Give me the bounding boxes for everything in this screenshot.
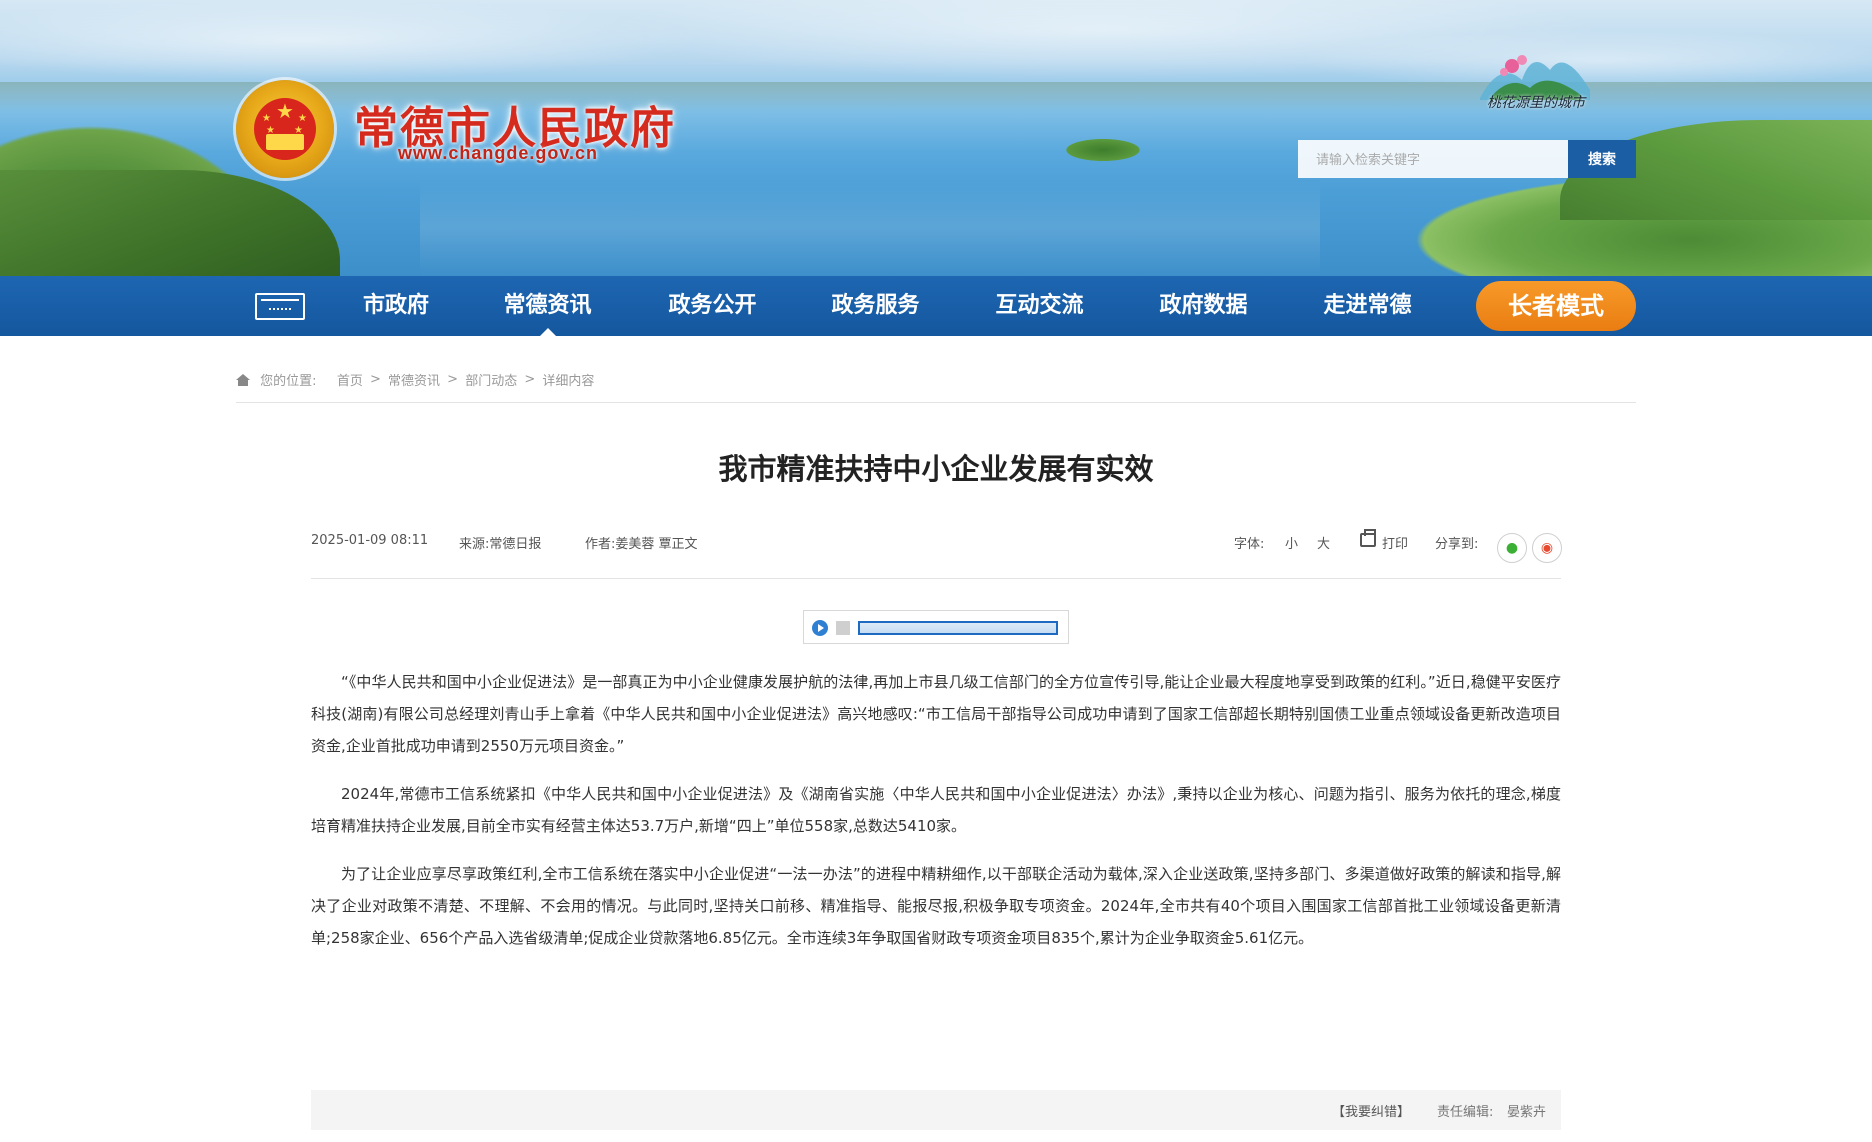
play-icon[interactable]	[812, 620, 828, 636]
editor-name: 晏紫卉	[1507, 1105, 1547, 1120]
meta-divider	[311, 578, 1561, 579]
nav-item-city-government[interactable]: 市政府	[346, 276, 446, 336]
site-url[interactable]: www.changde.gov.cn	[398, 143, 598, 164]
article-source: 来源:常德日报	[459, 537, 542, 552]
breadcrumb-prefix: 您的位置:	[260, 374, 317, 389]
font-large-button[interactable]: 大	[1317, 533, 1330, 552]
banner-water	[420, 180, 1320, 276]
article-title: 我市精准扶持中小企业发展有实效	[718, 452, 1154, 486]
nav-item-government-data[interactable]: 政府数据	[1151, 276, 1256, 336]
article-paragraph: 2024年,常德市工信系统紧扣《中华人民共和国中小企业促进法》及《湖南省实施〈中…	[311, 785, 1561, 835]
article-author: 作者:姜美蓉 覃正文	[585, 537, 698, 552]
nav-item-government-affairs[interactable]: 政务公开	[660, 276, 765, 336]
header-banner: ★ ★ ★ ★ ★ 常德市人民政府 www.changde.gov.cn 桃花源…	[0, 0, 1872, 276]
share-label: 分享到:	[1435, 537, 1479, 552]
editor-label: 责任编辑:	[1437, 1105, 1494, 1120]
breadcrumb-home-icon	[236, 373, 250, 386]
search-input[interactable]	[1298, 140, 1568, 178]
audio-player	[803, 610, 1069, 644]
breadcrumb-separator: >	[369, 372, 381, 387]
national-emblem-icon[interactable]: ★ ★ ★ ★ ★	[236, 80, 334, 178]
breadcrumb-link-home[interactable]: 首页	[337, 370, 363, 389]
banner-island	[1043, 132, 1163, 166]
font-size-label: 字体:	[1234, 537, 1265, 552]
wechat-share-icon[interactable]: ●	[1497, 533, 1527, 563]
stop-icon[interactable]	[836, 621, 850, 635]
breadcrumb-divider	[236, 402, 1636, 403]
city-slogan: 桃花源里的城市	[1487, 95, 1585, 111]
breadcrumb-link-department-news[interactable]: 部门动态	[465, 370, 517, 389]
elder-mode-button[interactable]: 长者模式	[1476, 281, 1636, 331]
report-error-link[interactable]: 【我要纠错】	[1332, 1101, 1410, 1120]
breadcrumb-separator: >	[524, 372, 536, 387]
nav-item-visit-changde[interactable]: 走进常德	[1315, 276, 1420, 336]
nav-item-government-services[interactable]: 政务服务	[823, 276, 928, 336]
article-content: “《中华人民共和国中小企业促进法》是一部真正为中小企业健康发展护航的法律,再加上…	[311, 666, 1561, 970]
article-meta: 2025-01-09 08:11 来源:常德日报 作者:姜美蓉 覃正文 字体: …	[311, 529, 1562, 563]
breadcrumb-link-changde-news[interactable]: 常德资讯	[388, 370, 440, 389]
breadcrumb: 您的位置: 首页 > 常德资讯 > 部门动态 > 详细内容	[236, 370, 1636, 402]
article-paragraph: 为了让企业应享尽享政策红利,全市工信系统在落实中小企业促进“一法一办法”的进程中…	[311, 865, 1561, 947]
print-icon[interactable]	[1360, 529, 1376, 547]
nav-item-changde-news[interactable]: 常德资讯	[495, 276, 600, 336]
article-paragraph: “《中华人民共和国中小企业促进法》是一部真正为中小企业健康发展护航的法律,再加上…	[311, 673, 1561, 755]
breadcrumb-link-detail[interactable]: 详细内容	[542, 370, 594, 389]
home-icon[interactable]	[255, 293, 305, 320]
nav-item-interaction[interactable]: 互动交流	[987, 276, 1092, 336]
font-small-button[interactable]: 小	[1285, 533, 1298, 552]
breadcrumb-separator: >	[447, 372, 459, 387]
article-date: 2025-01-09 08:11	[311, 533, 429, 548]
audio-progress-bar[interactable]	[858, 621, 1058, 635]
main-nav: 市政府 常德资讯 政务公开 政务服务 互动交流 政府数据 走进常德 长者模式	[0, 276, 1872, 336]
weibo-share-icon[interactable]: ◉	[1532, 533, 1562, 563]
search-button[interactable]: 搜索	[1568, 140, 1636, 178]
print-button[interactable]: 打印	[1382, 533, 1408, 552]
article-footer-bar: 【我要纠错】 责任编辑: 晏紫卉	[311, 1090, 1561, 1130]
